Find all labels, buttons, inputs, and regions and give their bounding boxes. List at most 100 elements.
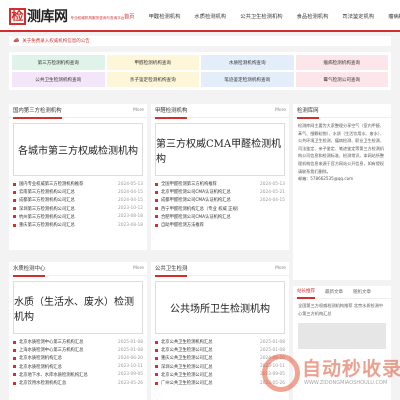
quick-link[interactable]: 笔迹鉴定检测机构查询 bbox=[201, 72, 294, 87]
bullet-icon bbox=[13, 365, 16, 369]
list-item[interactable]: 重庆公共卫生检测公司汇总 2024-06-20 bbox=[155, 354, 285, 362]
quick-link[interactable]: 公共卫生检测机构查询 bbox=[12, 72, 105, 87]
sidebar-list[interactable]: 全国第三方权威检测机构推荐 北京水质检测中心第三方机构汇总 bbox=[293, 299, 391, 320]
section-banner[interactable]: 各城市第三方权威检测机构 bbox=[13, 123, 143, 176]
list-item[interactable]: 广州公共卫生检测公司汇总 2023-05-26 bbox=[155, 379, 285, 387]
bullet-icon bbox=[13, 215, 16, 219]
section-header: 国内第三方检测机构 More bbox=[9, 102, 147, 119]
list-item-date: 2023-09-05 bbox=[118, 372, 143, 378]
nav-active-indicator bbox=[123, 30, 141, 32]
bullet-icon bbox=[13, 340, 16, 344]
speaker-icon: 📣 bbox=[13, 38, 20, 44]
bullet-icon bbox=[155, 207, 158, 211]
more-link[interactable]: More bbox=[275, 266, 286, 271]
list-item[interactable]: 成都第三方检测机构公司汇总 2024-04-15 bbox=[13, 196, 143, 204]
list-item[interactable]: 北京地下水、水库水质检测机构汇总 2023-09-05 bbox=[13, 371, 143, 379]
more-link[interactable]: More bbox=[133, 108, 144, 113]
list-item[interactable]: 北京公共卫生检测公司汇总 2025-01-08 bbox=[155, 346, 285, 354]
list-item[interactable]: 全国甲醛检测第三方机构推荐 2024-05-13 bbox=[155, 180, 285, 188]
list-item-title: 上海水质检测中心第三方机构汇总 bbox=[19, 348, 84, 354]
list-item-title: 成都第三方检测机构公司汇总 bbox=[19, 198, 75, 204]
bullet-icon bbox=[13, 207, 16, 211]
nav-water[interactable]: 水质检测机构 bbox=[194, 12, 226, 20]
section-water: 水质检测中心 More 水质（生活水、废水）检测机构 北京水质检测中心第三方机构… bbox=[9, 262, 147, 400]
nav-public-health[interactable]: 公共卫生检测机构 bbox=[240, 12, 282, 20]
sidebar-about: 检测库网 检测库网主要为大家整理分享空气（室内甲醛、苯气、细颗粒物）、水质（生活… bbox=[293, 104, 391, 280]
nav-home[interactable]: 首页 bbox=[124, 12, 135, 20]
list-item-date: 2025-01-08 bbox=[118, 339, 143, 345]
list-item-title: 云南第三方检测机构公司汇总 bbox=[19, 190, 75, 196]
list-item[interactable]: 北京水质检测机构汇总 2023-10-11 bbox=[13, 363, 143, 371]
logo-name: 测库网 bbox=[27, 9, 68, 25]
bullet-icon bbox=[13, 190, 16, 194]
list-item-title: 北京公共卫生检测机构汇总 bbox=[161, 340, 213, 346]
tab-random[interactable]: 随机文章 bbox=[353, 286, 371, 298]
list-item[interactable]: 北京甲醛检测公司CMA认证机构汇总 2024-05-21 bbox=[155, 188, 285, 196]
site-header: 检 测库网 专业权威机构服务咨询与查询平台 首页 甲醛检测机构 水质检测机构 公… bbox=[0, 0, 400, 32]
more-link[interactable]: More bbox=[133, 266, 144, 271]
list-item[interactable]: 上海水质检测中心第三方机构汇总 2025-01-08 bbox=[13, 346, 143, 354]
nav-forensic[interactable]: 司法鉴定机构 bbox=[342, 12, 374, 20]
nav-other[interactable]: 瘤病检测公司 bbox=[388, 12, 400, 20]
quick-link[interactable]: 水质检测机构查询 bbox=[201, 55, 294, 70]
nav-food[interactable]: 食品检测机构 bbox=[297, 12, 329, 20]
bullet-icon bbox=[155, 340, 158, 344]
tab-recommended[interactable]: 站长推荐 bbox=[297, 285, 315, 299]
list-item[interactable]: 西宁甲醛检测机构汇总（专业 权威 正规） bbox=[155, 205, 285, 213]
list-item[interactable]: 北京饮用水检测机构汇总 2023-05-26 bbox=[13, 379, 143, 387]
list-item[interactable]: 合肥甲醛检测公司CMA认证机构汇总 bbox=[155, 213, 285, 221]
list-item-date: 2023-10-11 bbox=[260, 364, 285, 370]
quick-link[interactable]: 霉气检测公司查询 bbox=[295, 72, 388, 87]
bullet-icon bbox=[155, 373, 158, 377]
section-banner[interactable]: 水质（生活水、废水）检测机构 bbox=[13, 281, 143, 334]
notice-bar[interactable]: 📣 关于免费录入权威机构信息的公告 bbox=[9, 36, 391, 46]
quick-link[interactable]: 第三方检测机构查询 bbox=[12, 55, 105, 70]
list-item-title: 重庆公共卫生检测公司汇总 bbox=[161, 356, 213, 362]
list-item[interactable]: 成都甲醛检测公司CMA认证机构汇总 2024-04-15 bbox=[155, 196, 285, 204]
quick-link[interactable]: 亲子鉴定检测机构查询 bbox=[106, 72, 199, 87]
tab-latest[interactable]: 最新文章 bbox=[325, 286, 343, 298]
quick-link[interactable]: 瘤病检测机构查询 bbox=[295, 55, 388, 70]
list-item[interactable]: 深圳公共卫生检测公司汇总 2023-10-11 bbox=[155, 363, 285, 371]
nav-formaldehyde[interactable]: 甲醛检测机构 bbox=[149, 12, 181, 20]
list-item[interactable]: 杭州第三方检测机构公司汇总 2023-08-18 bbox=[13, 213, 143, 221]
list-item-date: 2024-06-20 bbox=[118, 355, 143, 361]
list-item[interactable]: 北京公共卫生检测公司汇总 2023-09-05 bbox=[155, 371, 285, 379]
list-item[interactable]: 国内专业权威第三方检测机构推荐 2024-05-13 bbox=[13, 180, 143, 188]
list-item-title: 重庆第三方检测机构公司汇总 bbox=[19, 223, 75, 229]
bullet-icon bbox=[13, 356, 16, 360]
list-item[interactable]: 重庆第三方检测机构公司汇总 2023-08-18 bbox=[13, 221, 143, 229]
quick-link[interactable]: 甲醛检测机构查询 bbox=[106, 55, 199, 70]
bullet-icon bbox=[155, 348, 158, 352]
list-item[interactable]: 深圳第三方检测机构公司汇总 2023-10-12 bbox=[13, 205, 143, 213]
list-item-title: 广州公共卫生检测公司汇总 bbox=[161, 381, 213, 387]
list-item-title: 北京水质检测机构汇总 bbox=[19, 356, 62, 362]
list-item[interactable]: 北京水质检测机构汇总 2024-06-20 bbox=[13, 354, 143, 362]
list-item[interactable]: 北京公共卫生检测机构汇总 2025-01-08 bbox=[155, 338, 285, 346]
list-item-date: 2023-08-18 bbox=[118, 214, 143, 220]
list-item-date: 2024-04-15 bbox=[260, 197, 285, 203]
article-list: 国内专业权威第三方检测机构推荐 2024-05-13 云南第三方检测机构公司汇总 20… bbox=[9, 180, 147, 229]
site-logo[interactable]: 检 测库网 专业权威机构服务咨询与查询平台 bbox=[9, 6, 124, 26]
list-item-date: 2023-09-05 bbox=[260, 372, 285, 378]
list-item-title: 深圳第三方检测机构公司汇总 bbox=[19, 206, 75, 212]
list-item-title: 国内专业权威第三方检测机构推荐 bbox=[19, 182, 84, 188]
section-banner[interactable]: 第三方权威CMA甲醛检测机构 bbox=[155, 123, 285, 176]
list-item-date: 2025-01-08 bbox=[260, 347, 285, 353]
section-header: 公共卫生检测 More bbox=[151, 262, 289, 277]
list-item-date: 2024-05-21 bbox=[260, 189, 285, 195]
list-item-date: 2024-05-13 bbox=[260, 181, 285, 187]
section-banner[interactable]: 公共场所卫生检测机构 bbox=[155, 281, 285, 334]
more-link[interactable]: More bbox=[275, 108, 286, 113]
list-item-title: 北京地下水、水库水质检测机构汇总 bbox=[19, 372, 88, 378]
list-item[interactable]: 自助甲醛检测方法推荐 bbox=[155, 221, 285, 229]
bullet-icon bbox=[13, 182, 16, 186]
section-title: 国内第三方检测机构 bbox=[13, 102, 62, 119]
list-item-date: 2024-06-20 bbox=[260, 355, 285, 361]
bullet-icon bbox=[13, 198, 16, 202]
list-item-title: 深圳公共卫生检测公司汇总 bbox=[161, 364, 213, 370]
list-item[interactable]: 云南第三方检测机构公司汇总 2024-04-15 bbox=[13, 188, 143, 196]
sidebar-tabs-panel: 站长推荐 最新文章 随机文章 全国第三方权威检测机构推荐 北京水质检测中心第三方… bbox=[293, 286, 391, 400]
list-item[interactable]: 北京水质检测中心第三方机构汇总 2025-01-08 bbox=[13, 338, 143, 346]
sidebar-thumbnail[interactable] bbox=[298, 323, 386, 349]
